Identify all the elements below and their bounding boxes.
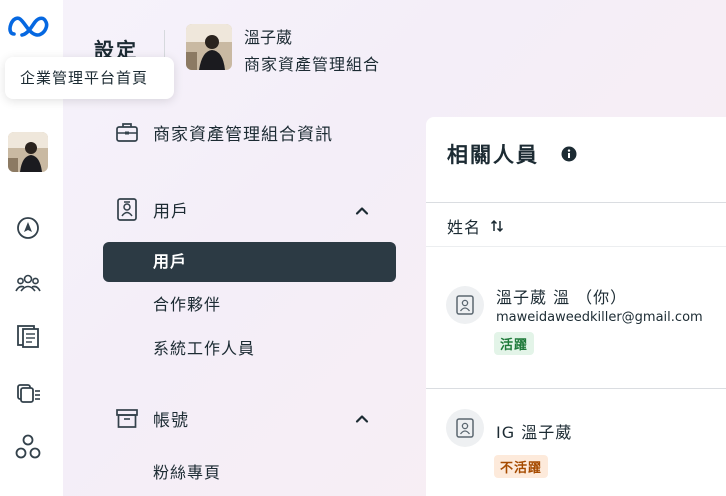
divider	[426, 202, 726, 203]
nav-business-info-label: 商家資產管理組合資訊	[153, 124, 333, 145]
divider	[426, 388, 726, 389]
person-avatar	[446, 286, 484, 324]
media-library-icon[interactable]	[14, 378, 42, 406]
profile-name: 溫子葳	[244, 28, 293, 47]
sort-icon	[490, 219, 504, 233]
people-panel: 相關人員 姓名 溫子葳 溫 （你） maweidaweedkiller@gmai…	[426, 117, 726, 496]
nav-users[interactable]: 用戶	[114, 196, 189, 222]
chevron-up-icon[interactable]	[354, 203, 370, 219]
meta-logo-icon[interactable]	[8, 14, 54, 40]
people-group-icon[interactable]	[14, 269, 42, 297]
network-icon[interactable]	[14, 433, 42, 461]
chevron-up-icon[interactable]	[354, 411, 370, 427]
person-email: maweidaweedkiller@gmail.com	[496, 310, 703, 325]
sub-nav-system-users[interactable]: 系統工作人員	[103, 329, 396, 369]
sub-nav-users[interactable]: 用戶	[103, 242, 396, 282]
compass-icon[interactable]	[14, 214, 42, 242]
home-tooltip: 企業管理平台首頁	[5, 57, 174, 99]
id-badge-icon	[114, 196, 140, 222]
business-portfolio-name[interactable]: 商家資產管理組合	[244, 51, 380, 75]
nav-accounts[interactable]: 帳號	[114, 405, 189, 431]
archive-box-icon	[114, 405, 140, 431]
status-badge: 不活躍	[494, 455, 549, 478]
divider	[426, 246, 726, 247]
sub-nav-partners[interactable]: 合作夥伴	[103, 285, 396, 325]
id-badge-icon	[456, 295, 474, 315]
profile-avatar[interactable]	[186, 24, 232, 70]
nav-accounts-label: 帳號	[153, 410, 189, 431]
person-avatar	[446, 409, 484, 447]
info-icon[interactable]	[561, 146, 577, 162]
nav-users-label: 用戶	[153, 201, 189, 222]
id-badge-icon	[456, 418, 474, 438]
name-column-header[interactable]: 姓名	[447, 214, 505, 238]
briefcase-icon	[114, 119, 140, 145]
sub-nav-pages[interactable]: 粉絲專頁	[103, 453, 396, 493]
panel-title: 相關人員	[447, 143, 539, 167]
business-avatar[interactable]	[8, 132, 48, 172]
name-column-label: 姓名	[447, 218, 482, 237]
person-name[interactable]: 溫子葳 溫 （你）	[496, 284, 627, 308]
status-badge: 活躍	[494, 332, 535, 355]
person-name[interactable]: IG 溫子葳	[496, 419, 572, 443]
pages-icon[interactable]	[14, 322, 42, 350]
nav-business-info[interactable]: 商家資產管理組合資訊	[114, 119, 333, 145]
